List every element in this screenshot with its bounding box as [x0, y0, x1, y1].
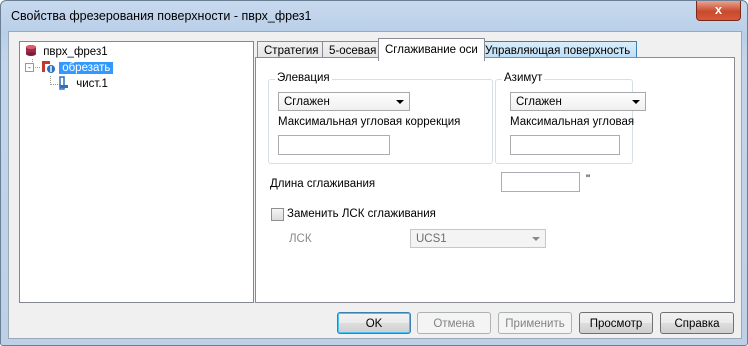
finishing-tool-icon: [59, 76, 68, 90]
replace-ucs-label: Заменить ЛСК сглаживания: [287, 208, 436, 220]
ucs-select-value: UCS1: [416, 233, 447, 245]
chevron-down-icon: [396, 100, 404, 104]
tree-item-trim[interactable]: обрезать: [40, 60, 114, 76]
window-title: Свойства фрезерования поверхности - пврх…: [11, 9, 312, 23]
elevation-group-title: Элевация: [275, 72, 332, 84]
elevation-correction-label: Максимальная угловая коррекция: [278, 116, 461, 128]
elevation-correction-input[interactable]: [278, 135, 390, 155]
tab-axis-smoothing[interactable]: Сглаживание оси: [378, 38, 485, 61]
chevron-down-icon: [532, 237, 540, 241]
help-button[interactable]: Справка: [660, 312, 734, 334]
chevron-down-icon: [632, 100, 640, 104]
azimuth-group-title: Азимут: [502, 72, 545, 84]
elevation-select-value: Сглажен: [284, 96, 330, 108]
apply-button[interactable]: Применить: [498, 312, 572, 334]
title-bar[interactable]: Свойства фрезерования поверхности - пврх…: [1, 1, 747, 31]
smoothing-length-input[interactable]: [501, 172, 580, 192]
preview-button[interactable]: Просмотр: [579, 312, 653, 334]
ucs-label: ЛСК: [289, 233, 312, 245]
cancel-button[interactable]: Отмена: [417, 312, 491, 334]
tree-root-item[interactable]: пврх_фрез1: [25, 44, 111, 60]
tab-panel: Элевация Сглажен Максимальная угловая ко…: [255, 57, 735, 303]
expander-box[interactable]: -: [25, 63, 34, 72]
ucs-select[interactable]: UCS1: [410, 229, 546, 248]
tree-root-label: пврх_фрез1: [43, 46, 108, 58]
elevation-select[interactable]: Сглажен: [278, 92, 410, 111]
azimuth-select-value: Сглажен: [516, 96, 562, 108]
operation-tree[interactable]: пврх_фрез1 - обрезать чист.1: [19, 41, 254, 303]
smoothing-length-unit: ": [586, 174, 591, 186]
replace-ucs-checkbox[interactable]: [271, 208, 284, 221]
dialog-window: Свойства фрезерования поверхности - пврх…: [0, 0, 748, 346]
tree-item-finish[interactable]: чист.1: [58, 76, 111, 92]
database-icon: [26, 45, 36, 56]
smoothing-length-label: Длина сглаживания: [270, 178, 376, 190]
tree-item-finish-label: чист.1: [76, 78, 108, 90]
azimuth-select[interactable]: Сглажен: [510, 92, 646, 111]
tree-item-trim-label: обрезать: [59, 62, 114, 74]
azimuth-correction-input[interactable]: [510, 135, 620, 155]
azimuth-correction-label: Максимальная угловая: [510, 116, 635, 128]
dialog-client-area: пврх_фрез1 - обрезать чист.1 Стратегия 5…: [8, 31, 742, 339]
trim-operation-icon: [42, 61, 55, 73]
ok-button[interactable]: OK: [337, 312, 411, 334]
close-button[interactable]: x: [696, 1, 741, 21]
